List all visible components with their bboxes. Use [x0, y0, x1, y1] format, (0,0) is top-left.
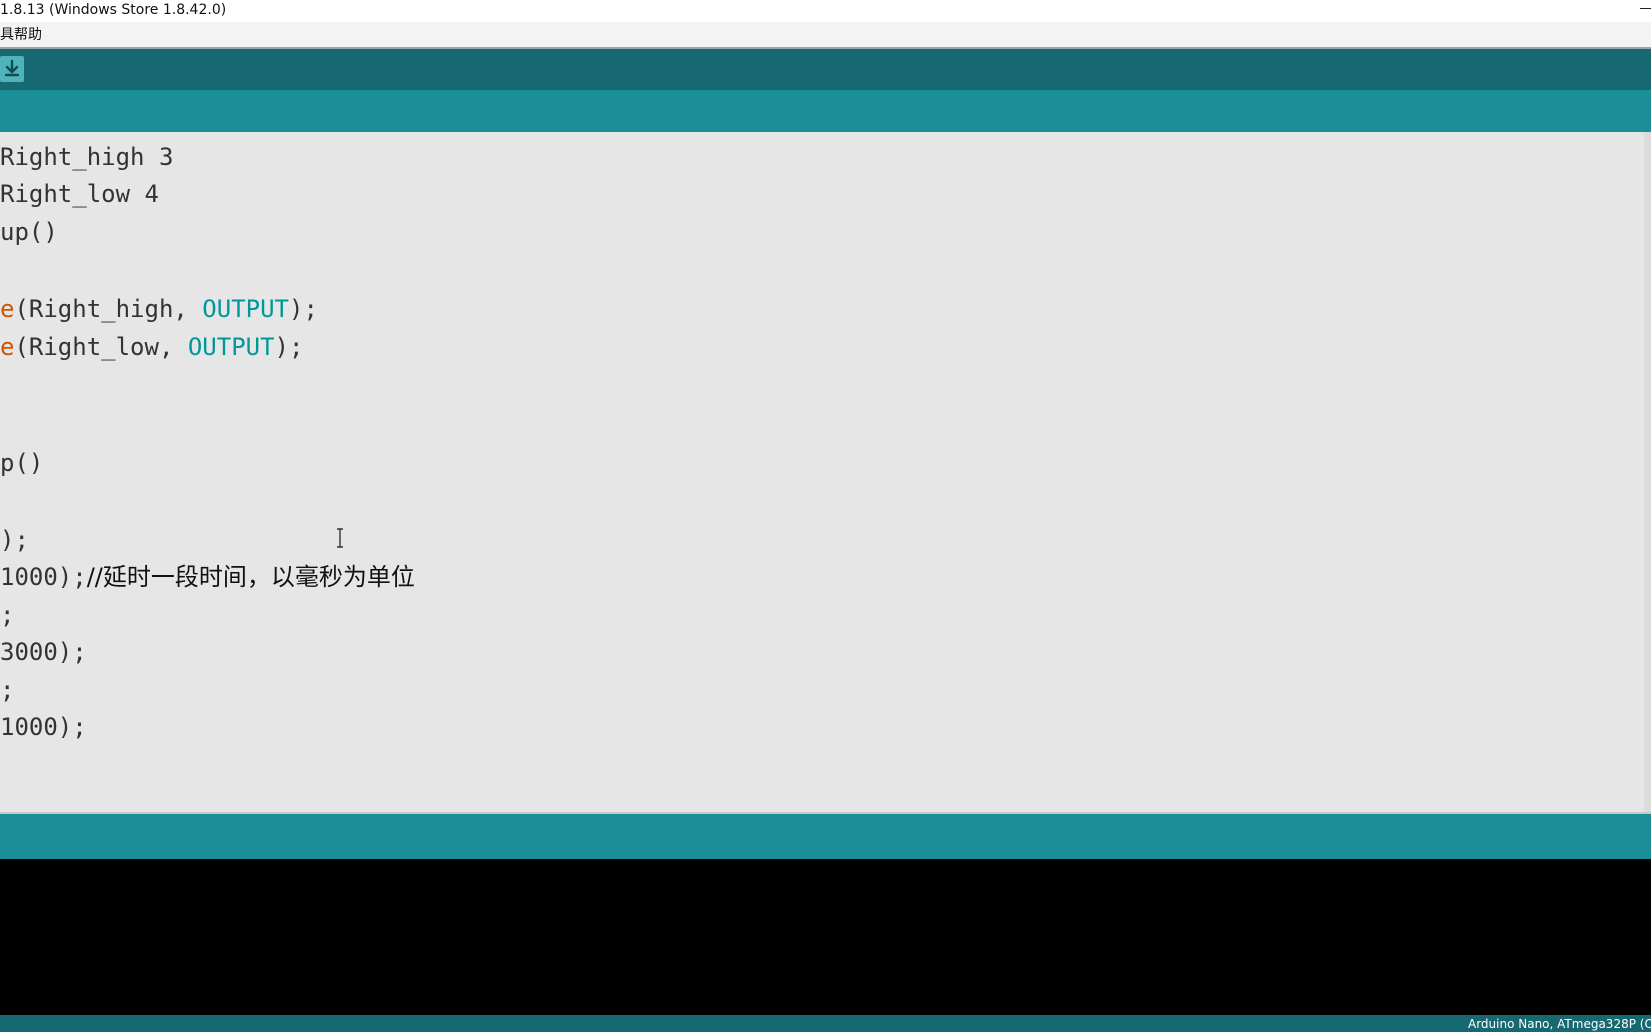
- code-line-3: up(): [0, 218, 58, 246]
- code-line-6: p(): [0, 449, 44, 477]
- code-line-5: e(Right_low, OUTPUT);: [0, 332, 303, 362]
- title-bar: 1.8.13 (Windows Store 1.8.42.0): [0, 0, 1651, 22]
- window-title: 1.8.13 (Windows Store 1.8.42.0): [0, 2, 227, 18]
- code-args: (Right_low,: [14, 333, 188, 361]
- code-line-2: Right_low 4: [0, 180, 159, 208]
- export-button[interactable]: [0, 56, 24, 82]
- code-line-7: );: [0, 526, 29, 554]
- code-line-11: ;: [0, 676, 15, 704]
- code-line-10: 3000);: [0, 638, 87, 666]
- menu-bar: 具 帮助: [0, 22, 1651, 48]
- function-name: e: [0, 295, 15, 323]
- constant-output: OUTPUT: [187, 333, 275, 361]
- export-download-icon: [4, 59, 20, 77]
- code-line-4: e(Right_high, OUTPUT);: [0, 294, 318, 324]
- code-comment: //延时一段时间，以毫秒为单位: [86, 563, 415, 591]
- text-cursor-icon: [337, 528, 343, 548]
- menu-item-tools[interactable]: 具: [0, 22, 14, 48]
- tab-bar: [0, 90, 1651, 132]
- board-info: Arduino Nano, ATmega328P (Ol: [1468, 1017, 1651, 1031]
- code-args: (Right_high,: [14, 295, 203, 323]
- minimize-icon[interactable]: [1640, 8, 1651, 9]
- code-text: 1000);: [0, 563, 87, 591]
- constant-output: OUTPUT: [202, 295, 289, 323]
- function-name: e: [0, 333, 15, 361]
- toolbar: [0, 49, 1651, 90]
- editor-scrollbar[interactable]: [1644, 132, 1651, 814]
- code-editor[interactable]: Right_high 3 Right_low 4 up() e(Right_hi…: [0, 132, 1651, 814]
- code-terminator: );: [274, 333, 304, 361]
- menu-item-help[interactable]: 帮助: [14, 22, 42, 48]
- code-line-9: ;: [0, 601, 15, 629]
- code-line-1: Right_high 3: [0, 143, 174, 171]
- code-line-12: 1000);: [0, 713, 87, 741]
- footer-bar: Arduino Nano, ATmega328P (Ol: [0, 1015, 1651, 1032]
- message-status-bar: [0, 814, 1651, 859]
- output-console[interactable]: [0, 859, 1651, 1015]
- code-terminator: );: [289, 295, 318, 323]
- code-line-8: 1000);//延时一段时间，以毫秒为单位: [0, 562, 415, 592]
